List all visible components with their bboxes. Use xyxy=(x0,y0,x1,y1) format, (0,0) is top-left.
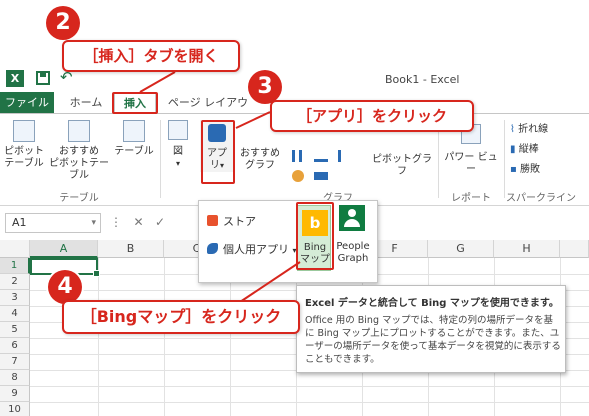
step-3-badge: 3 xyxy=(248,70,282,104)
step-3-callout: ［アプリ］をクリック xyxy=(270,100,474,132)
step-2-badge: 2 xyxy=(46,6,80,40)
step-2-callout: ［挿入］タブを開く xyxy=(62,40,240,72)
step-4-badge: 4 xyxy=(48,270,82,304)
step-4-callout: ［Bingマップ］をクリック xyxy=(62,300,300,334)
